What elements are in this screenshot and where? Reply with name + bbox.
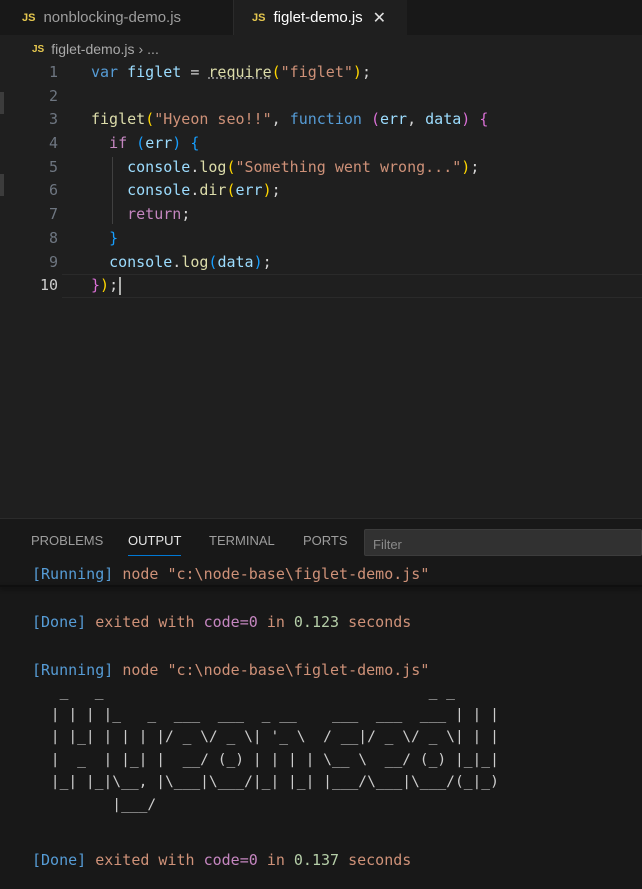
- line-number: 3: [48, 110, 58, 129]
- tab-terminal[interactable]: TERMINAL: [209, 533, 275, 548]
- code-text: figlet("Hyeon seo!!", function (err, dat…: [91, 110, 489, 129]
- line-number: 7: [48, 205, 58, 224]
- panel-tabs: PROBLEMS OUTPUT TERMINAL PORTS: [0, 519, 642, 563]
- sticky-scroll-shadow: [0, 585, 642, 587]
- done-in: in: [266, 613, 285, 631]
- output-line-running: [Running] node "c:\node-base\figlet-demo…: [32, 658, 429, 682]
- javascript-file-icon: JS: [32, 43, 45, 55]
- line-number: 1: [48, 63, 58, 81]
- tab-output[interactable]: OUTPUT: [128, 533, 182, 556]
- code-line: 1 var figlet = require("figlet");: [0, 61, 642, 85]
- tab-nonblocking-demo[interactable]: JS nonblocking-demo.js: [0, 0, 234, 35]
- code-text: if (err) {: [109, 134, 200, 153]
- tab-figlet-demo[interactable]: JS figlet-demo.js ✕: [234, 0, 407, 35]
- code-line: 9 console.log(data);: [0, 251, 642, 275]
- filter-box[interactable]: [364, 529, 642, 556]
- done-in: in: [266, 851, 285, 869]
- code-text: console.dir(err);: [127, 181, 281, 200]
- exit-code: code=0: [203, 613, 258, 631]
- line-number: 5: [48, 157, 58, 176]
- done-message: exited with: [95, 851, 195, 869]
- line-number: 2: [48, 86, 58, 105]
- code-line: 6 console.dir(err);: [0, 179, 642, 203]
- line-number: 6: [48, 181, 58, 200]
- filter-input[interactable]: [365, 530, 641, 555]
- code-text: });: [91, 274, 122, 298]
- javascript-file-icon: JS: [22, 11, 36, 24]
- done-message: exited with: [95, 613, 195, 631]
- breadcrumb-file[interactable]: figlet-demo.js: [51, 41, 134, 57]
- code-text: var figlet = require("figlet");: [91, 63, 371, 81]
- code-line: 10});: [0, 274, 642, 298]
- elapsed-time: 0.123: [293, 613, 340, 631]
- text-cursor: [119, 276, 122, 295]
- elapsed-time: 0.137: [293, 851, 340, 869]
- line-number: 8: [48, 228, 58, 247]
- output-line-running: [Running] node "c:\node-base\figlet-demo…: [32, 562, 429, 586]
- tab-ports[interactable]: PORTS: [303, 533, 348, 548]
- close-icon[interactable]: ✕: [373, 8, 386, 28]
- command-text: node "c:\node-base\figlet-demo.js": [122, 661, 430, 679]
- code-text: }: [109, 228, 119, 247]
- done-tag: [Done]: [32, 613, 87, 631]
- code-line: 4 if (err) {: [0, 132, 642, 156]
- running-tag: [Running]: [32, 565, 114, 583]
- code-line: 7 return;: [0, 203, 642, 227]
- javascript-file-icon: JS: [252, 11, 266, 24]
- exit-code: code=0: [203, 851, 258, 869]
- code-text: return;: [127, 205, 191, 224]
- breadcrumb-more[interactable]: ...: [147, 41, 159, 57]
- code-text: console.log(data);: [109, 252, 272, 271]
- done-tag: [Done]: [32, 851, 87, 869]
- code-text: console.log("Something went wrong...");: [127, 157, 480, 176]
- chevron-right-icon: ›: [138, 41, 144, 57]
- tab-label: nonblocking-demo.js: [43, 9, 182, 26]
- time-unit: seconds: [348, 613, 412, 631]
- breadcrumb: JS figlet-demo.js › ...: [32, 37, 159, 61]
- line-number: 4: [48, 134, 58, 153]
- figlet-ascii-art: _ _ _ _ | | | |_ _ ___ ___ _ __ ___ ___ …: [50, 683, 499, 813]
- command-text: node "c:\node-base\figlet-demo.js": [122, 565, 430, 583]
- code-editor[interactable]: 1 var figlet = require("figlet"); 2 3 figl…: [0, 61, 642, 298]
- code-line: 2: [0, 85, 642, 109]
- code-line: 5 console.log("Something went wrong...")…: [0, 156, 642, 180]
- line-number: 9: [48, 252, 58, 271]
- output-line-done: [Done] exited with code=0 in 0.137 secon…: [32, 848, 411, 872]
- output-line-done: [Done] exited with code=0 in 0.123 secon…: [32, 610, 411, 634]
- running-tag: [Running]: [32, 661, 114, 679]
- code-line: 3 figlet("Hyeon seo!!", function (err, da…: [0, 108, 642, 132]
- tab-problems[interactable]: PROBLEMS: [31, 533, 103, 548]
- editor-tab-bar: JS nonblocking-demo.js JS figlet-demo.js…: [0, 0, 642, 35]
- line-number: 10: [39, 276, 58, 295]
- code-line: 8 }: [0, 227, 642, 251]
- time-unit: seconds: [348, 851, 412, 869]
- tab-label: figlet-demo.js: [273, 9, 363, 26]
